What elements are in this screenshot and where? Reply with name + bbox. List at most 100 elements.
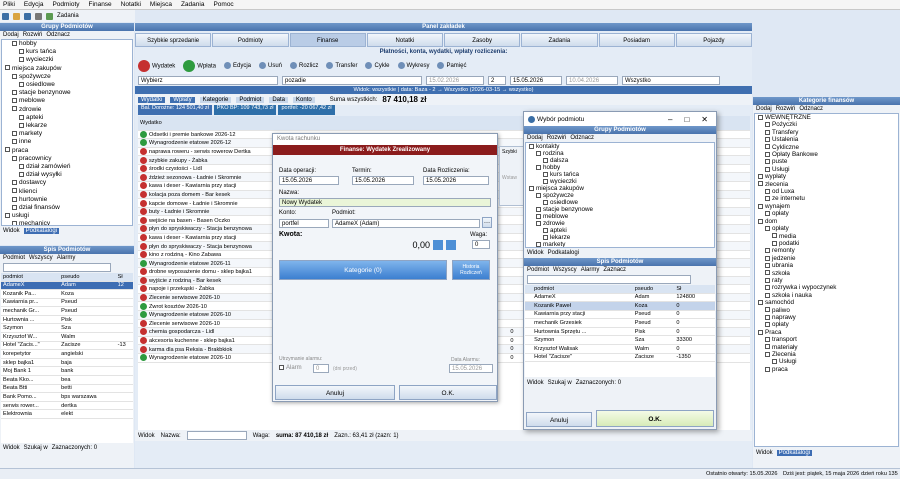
date-to[interactable]: 15.05.2026 <box>510 75 562 85</box>
table-row[interactable]: Szymon Sza <box>1 323 133 334</box>
date-from[interactable]: 15.02.2026 <box>426 75 484 85</box>
checkbox-icon[interactable] <box>19 57 24 63</box>
tree-node[interactable]: szkoła <box>755 270 898 277</box>
tree-node[interactable]: naprawy <box>755 314 898 321</box>
column-header[interactable] <box>525 285 533 294</box>
table-row[interactable]: Beata Btti betti <box>1 384 133 394</box>
checkbox-icon[interactable] <box>5 65 10 71</box>
tree-node[interactable]: materiały <box>755 344 898 351</box>
tree-node[interactable]: jedzenie <box>755 255 898 262</box>
tree-node[interactable]: miejsca zakupów <box>2 65 132 73</box>
view-button[interactable]: Widok <box>3 228 20 234</box>
table-row[interactable]: mechanik Gr... Pseud <box>1 306 133 316</box>
checkbox-icon[interactable] <box>536 213 541 219</box>
uncheck-button[interactable]: Odznacz <box>570 135 594 141</box>
tree-node[interactable]: meblowe <box>2 97 132 105</box>
tree-node[interactable]: Transfery <box>755 129 898 136</box>
weight-input[interactable]: 0 <box>472 240 490 249</box>
tree-node[interactable]: wypłaty <box>755 173 898 180</box>
tab[interactable]: Pojazdy <box>675 33 752 47</box>
maximize-icon[interactable]: □ <box>684 115 689 124</box>
tree-node[interactable]: dostawcy <box>2 179 132 187</box>
search-in-button[interactable]: Szukaj w <box>548 380 572 386</box>
checkbox-icon[interactable] <box>765 151 770 157</box>
checkbox-icon[interactable] <box>765 122 770 128</box>
checkbox-icon[interactable] <box>543 157 548 163</box>
checkbox-icon[interactable] <box>758 181 763 187</box>
open-icon[interactable] <box>13 12 20 20</box>
table-row[interactable]: Krzysztof Walisak Walm 0 <box>525 344 715 354</box>
checkbox-icon[interactable] <box>765 285 770 291</box>
column-header[interactable]: pseudo <box>59 273 116 282</box>
name-filter-input[interactable] <box>186 431 247 440</box>
tree-node[interactable]: kontakty <box>526 143 714 150</box>
table-row[interactable]: mechanik Grzesiek Pseud 0 <box>525 318 715 328</box>
tree-node[interactable]: Pożyczki <box>755 121 898 128</box>
checkbox-icon[interactable] <box>12 204 17 210</box>
tree-node[interactable]: usługi <box>2 212 132 220</box>
term-input[interactable]: 15.05.2026 <box>352 176 414 185</box>
tab[interactable]: Finanse <box>289 33 366 47</box>
tree-node[interactable]: stacje benzynowe <box>2 89 132 97</box>
checkbox-icon[interactable] <box>772 233 777 239</box>
tree-node[interactable]: szkoła i nauka <box>755 292 898 299</box>
tree-node[interactable]: opłaty <box>755 321 898 328</box>
checkbox-icon[interactable] <box>12 139 17 145</box>
add-button[interactable]: Dodaj <box>527 135 543 141</box>
checkbox-icon[interactable] <box>758 329 763 335</box>
action-button[interactable]: Wykresy <box>397 62 429 70</box>
tree-node[interactable]: stacje benzynowe <box>526 206 714 213</box>
tree-node[interactable]: zdrowie <box>526 220 714 227</box>
tree-node[interactable]: rozrywka i wypoczynek <box>755 284 898 291</box>
table-row[interactable]: Kozanik Paweł Koza 0 <box>525 301 715 311</box>
insert-button[interactable]: Wstaw <box>502 175 522 181</box>
tab[interactable]: Szybkie sprzedanie <box>135 33 212 47</box>
action-button[interactable]: Edycja <box>223 62 251 70</box>
checkbox-icon[interactable] <box>765 188 770 194</box>
table-row[interactable]: korepetytor angielski <box>1 349 133 359</box>
checkbox-icon[interactable] <box>765 262 770 268</box>
tree-node[interactable]: kurs tańca <box>2 48 132 56</box>
checkbox-icon[interactable] <box>765 144 770 150</box>
who-filter[interactable]: Wybierz <box>138 75 278 85</box>
history-button[interactable]: Historia Rozliczeń <box>452 260 490 280</box>
table-row[interactable]: AdameX Adam 124800 <box>525 293 715 303</box>
view-button[interactable]: Widok <box>138 433 155 439</box>
checkbox-icon[interactable] <box>765 344 770 350</box>
tree-node[interactable]: spożywcze <box>2 73 132 81</box>
checkbox-icon[interactable] <box>765 277 770 283</box>
checkbox-icon[interactable] <box>12 196 17 202</box>
tree-node[interactable]: samochód <box>755 299 898 306</box>
tab[interactable]: Zadania <box>521 33 598 47</box>
pick-entity-button[interactable]: … <box>482 217 492 228</box>
checkbox-icon[interactable] <box>19 114 24 120</box>
uncheck-category-button[interactable]: Odznacz <box>799 106 823 112</box>
tree-node[interactable]: paliwo <box>755 307 898 314</box>
tree-node[interactable]: dział wysyłki <box>2 171 132 179</box>
view-toggle[interactable]: Konto <box>293 96 315 103</box>
picker-ok-button[interactable]: O.K. <box>596 410 714 427</box>
subfolders-button[interactable]: Podkatalogi <box>776 449 813 456</box>
view-button[interactable]: Widok <box>527 250 544 256</box>
column-header[interactable]: podmiot <box>1 273 60 282</box>
table-row[interactable]: Hotel "Zacisze" Zacisze -1350 <box>525 353 715 363</box>
new-icon[interactable] <box>2 12 9 20</box>
date-extra[interactable]: 10.04.2026 <box>566 75 618 85</box>
checkbox-icon[interactable] <box>758 299 763 305</box>
checkbox-icon[interactable] <box>19 122 24 128</box>
close-icon[interactable]: ✕ <box>701 115 708 124</box>
tree-node[interactable]: lekarze <box>2 122 132 130</box>
print-icon[interactable] <box>35 12 42 20</box>
tree-node[interactable]: remonty <box>755 247 898 254</box>
date-op-input[interactable]: 15.05.2026 <box>279 176 339 185</box>
uncheck-group-button[interactable]: Odznacz <box>46 32 70 38</box>
tree-node[interactable]: Opłaty Bankowe <box>755 151 898 158</box>
view-button[interactable]: Widok <box>527 380 544 386</box>
tree-node[interactable]: pracownicy <box>2 155 132 163</box>
tree-node[interactable]: Praca <box>755 329 898 336</box>
checkbox-icon[interactable] <box>765 314 770 320</box>
tree-node[interactable]: dział finansów <box>2 204 132 212</box>
all-button[interactable]: Wszyscy <box>29 255 53 261</box>
table-row[interactable]: Elektrownia elekt <box>1 409 133 419</box>
view-toggle[interactable]: Data <box>269 96 289 103</box>
